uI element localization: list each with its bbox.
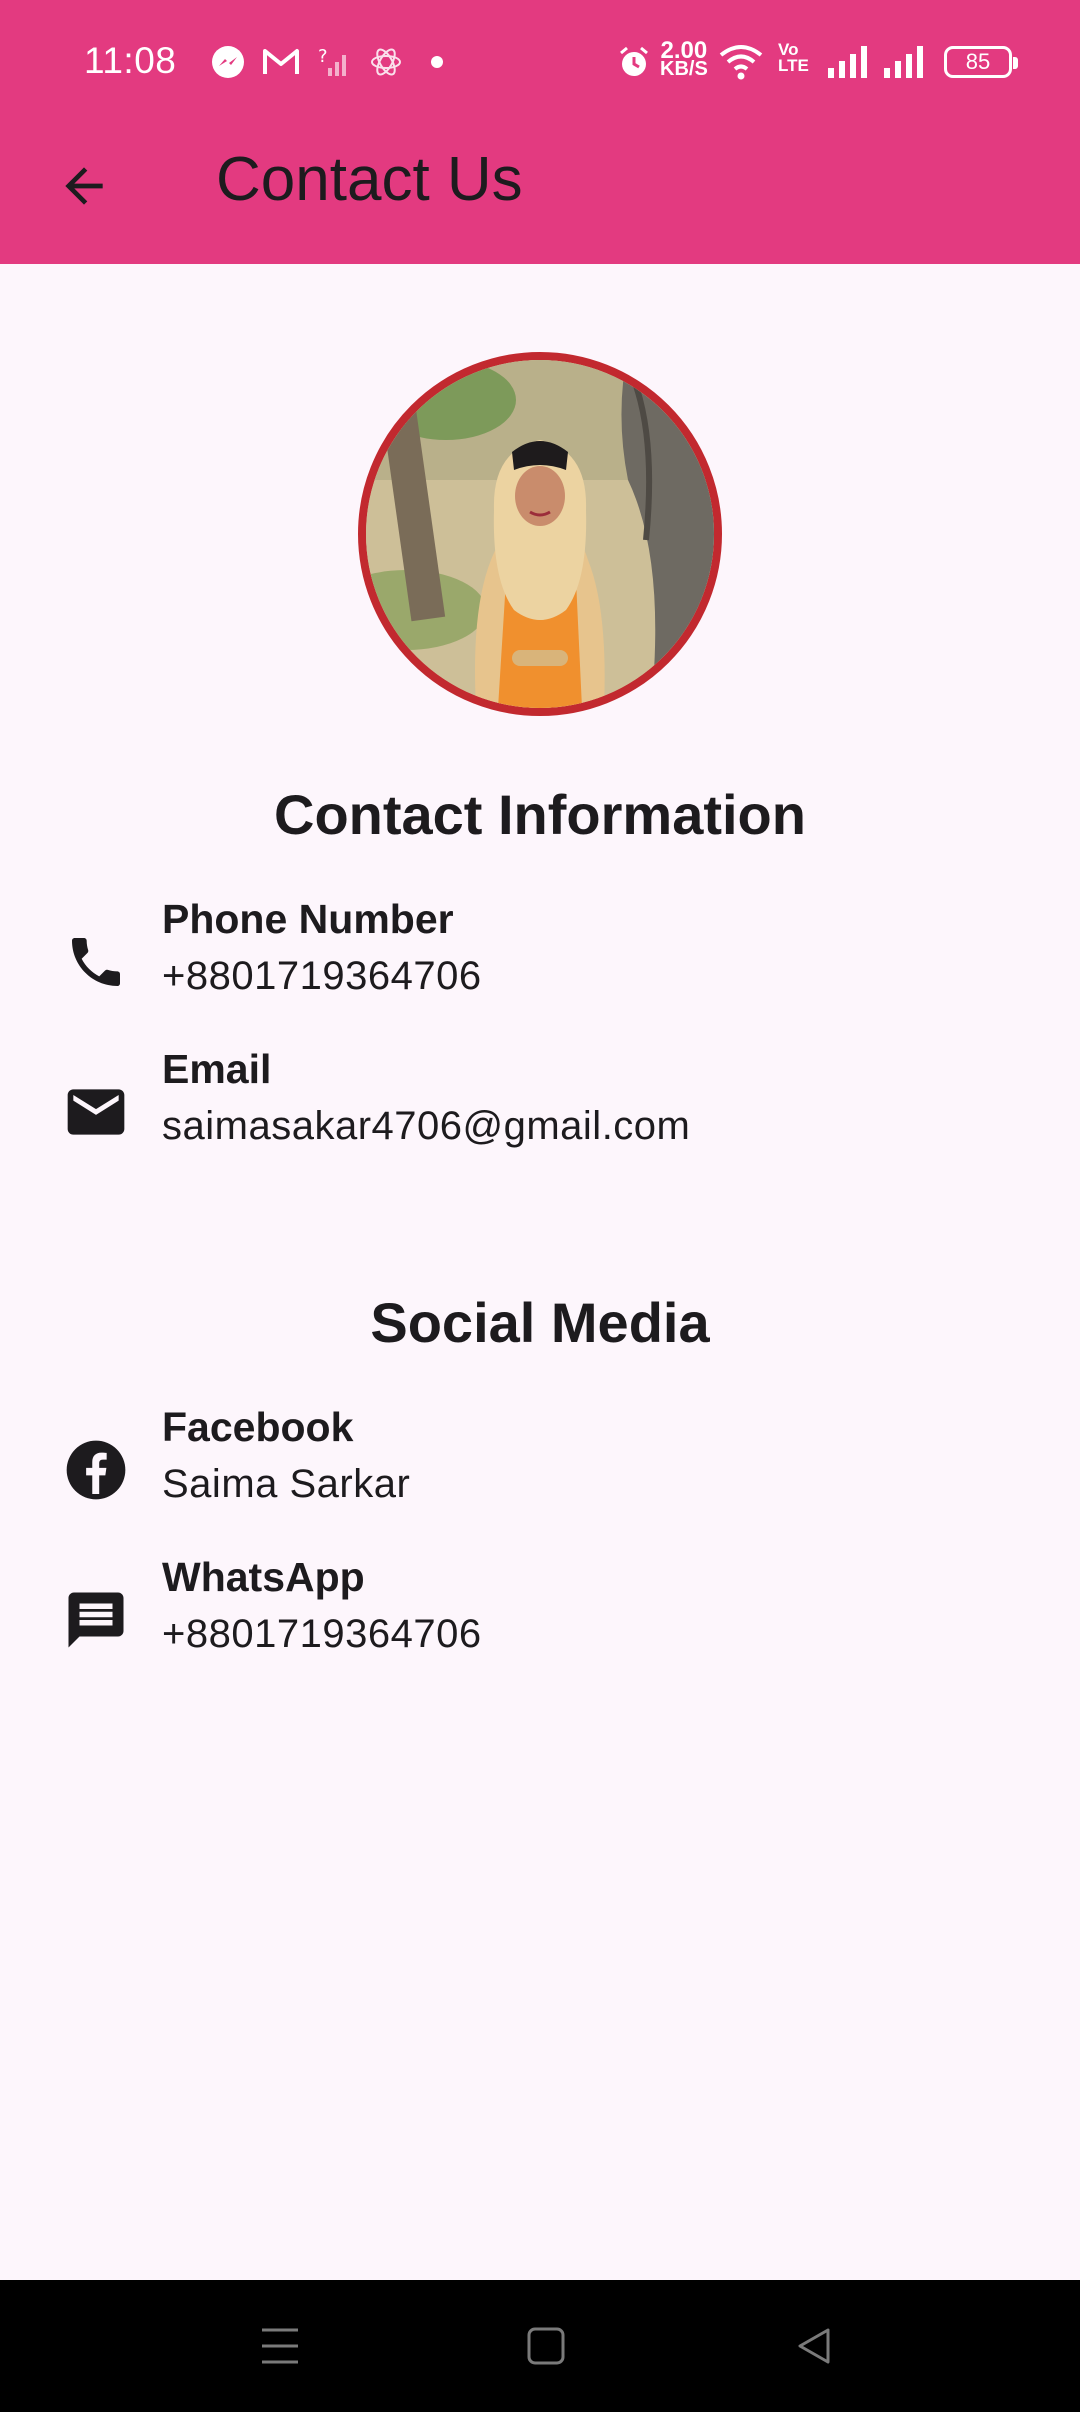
back-button[interactable] <box>44 146 124 226</box>
contact-information-heading: Contact Information <box>274 783 806 846</box>
email-value: saimasakar4706@gmail.com <box>162 1104 691 1148</box>
messenger-icon <box>210 42 246 82</box>
triangle-back-icon <box>798 2328 830 2364</box>
recent-apps-button[interactable] <box>250 2316 310 2376</box>
battery-indicator: 85 <box>944 46 1018 78</box>
home-button[interactable] <box>516 2316 576 2376</box>
whatsapp-item[interactable]: WhatsApp +8801719364706 <box>0 1554 1080 1694</box>
facebook-item[interactable]: Facebook Saima Sarkar <box>0 1404 1080 1544</box>
arrow-back-icon <box>65 167 103 205</box>
signal-question-icon: ? <box>318 42 352 82</box>
facebook-value: Saima Sarkar <box>162 1462 411 1506</box>
facebook-label: Facebook <box>162 1404 354 1450</box>
mail-icon <box>60 1076 132 1148</box>
phone-number-item[interactable]: Phone Number +8801719364706 <box>0 896 1080 1036</box>
phone-icon <box>60 926 132 998</box>
alarm-icon <box>616 42 652 82</box>
email-item[interactable]: Email saimasakar4706@gmail.com <box>0 1046 1080 1186</box>
page-title: Contact Us <box>216 145 523 214</box>
whatsapp-label: WhatsApp <box>162 1554 365 1600</box>
menu-icon <box>262 2328 298 2364</box>
wifi-icon <box>718 42 764 82</box>
contact-us-screen: 11:08 ? 2.00 KB/S Vo LTE 85 Contact Us C… <box>0 0 1080 2412</box>
app-bar: Contact Us <box>0 124 1080 264</box>
email-label: Email <box>162 1046 272 1092</box>
svg-text:?: ? <box>318 46 328 67</box>
square-icon <box>527 2327 565 2365</box>
chat-icon <box>60 1584 132 1656</box>
network-speed: 2.00 KB/S <box>660 37 708 80</box>
atom-icon <box>368 42 404 82</box>
status-time: 11:08 <box>84 40 177 81</box>
profile-avatar <box>358 352 722 716</box>
volte-icon: Vo LTE <box>778 40 809 75</box>
phone-number-label: Phone Number <box>162 896 454 942</box>
notification-dot-icon <box>430 42 444 82</box>
back-nav-button[interactable] <box>784 2316 844 2376</box>
phone-number-value: +8801719364706 <box>162 954 482 998</box>
social-media-heading: Social Media <box>370 1291 710 1354</box>
system-navigation-bar <box>0 2280 1080 2412</box>
gmail-icon <box>262 42 300 82</box>
whatsapp-value: +8801719364706 <box>162 1612 482 1656</box>
facebook-icon <box>60 1434 132 1506</box>
top-bar: 11:08 ? 2.00 KB/S Vo LTE 85 Contact Us <box>0 0 1080 264</box>
status-bar: 11:08 ? 2.00 KB/S Vo LTE 85 <box>0 0 1080 124</box>
signal-strength-icon <box>828 42 872 82</box>
signal-strength-2-icon <box>884 42 928 82</box>
